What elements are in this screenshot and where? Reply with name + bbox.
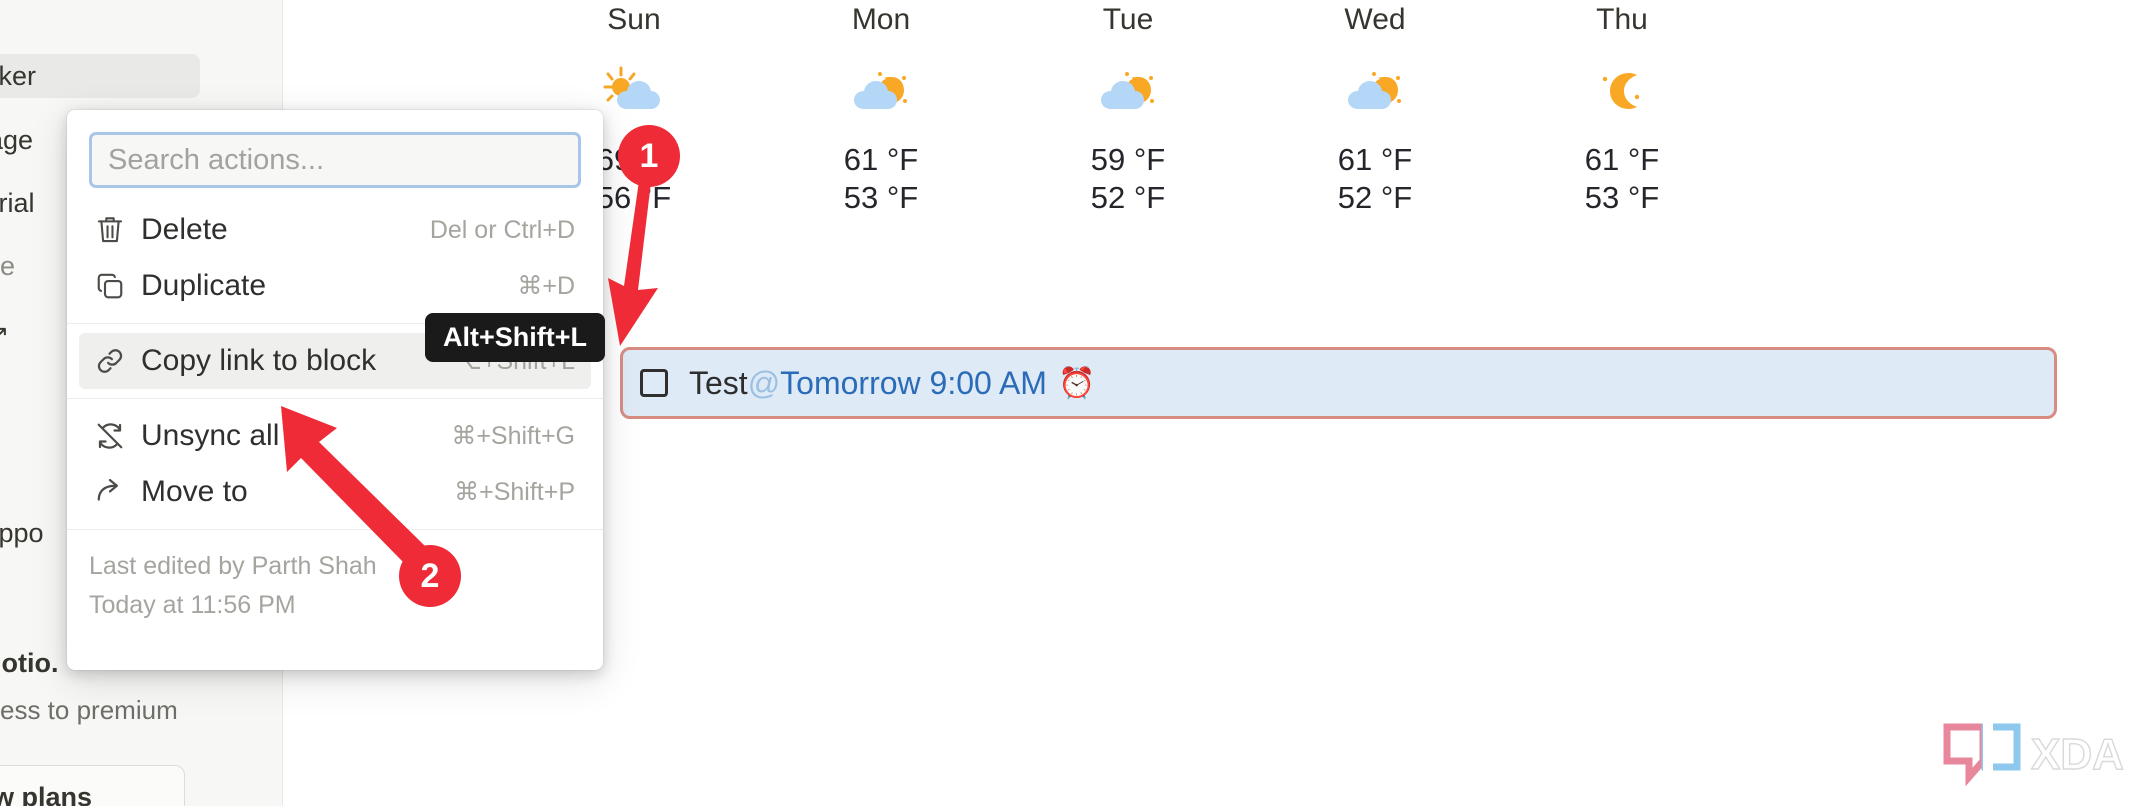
weather-high: 61 °F bbox=[1584, 142, 1660, 177]
todo-checkbox[interactable] bbox=[640, 369, 668, 397]
menu-item-label: Copy link to block bbox=[141, 344, 377, 377]
annotation-arrow-2-icon bbox=[281, 406, 425, 564]
annotation-arrow-1-icon bbox=[608, 174, 658, 346]
menu-divider bbox=[67, 398, 603, 399]
menu-item-label: Move to bbox=[141, 475, 248, 508]
todo-date-mention[interactable]: @Tomorrow 9:00 AM bbox=[748, 365, 1047, 402]
menu-item-label: Delete bbox=[141, 213, 228, 246]
app-window: s acker Page itorial age r ↗ es suppo No… bbox=[0, 0, 2156, 806]
annotation-badge-2: 2 bbox=[399, 545, 461, 607]
weather-day-tue[interactable]: Tue 59 °F 52 °F bbox=[1008, 0, 1248, 216]
weather-day-name: Tue bbox=[1102, 3, 1154, 36]
todo-block-wrapper: Test @Tomorrow 9:00 AM ⏰ bbox=[580, 347, 2057, 419]
todo-text: Test bbox=[689, 364, 748, 401]
weather-day-thu[interactable]: Thu 61 °F 53 °F bbox=[1502, 0, 1742, 216]
sidebar-item-1-active[interactable]: acker bbox=[0, 54, 200, 98]
todo-block-content: Test @Tomorrow 9:00 AM ⏰ bbox=[640, 347, 1095, 419]
upgrade-title: Notio. bbox=[0, 648, 59, 678]
xda-watermark-text: XDA bbox=[2031, 730, 2124, 779]
crescent-moon-icon bbox=[1502, 59, 1742, 121]
move-arrow-icon bbox=[95, 477, 141, 507]
sidebar-item-0[interactable]: s bbox=[0, 6, 230, 50]
weather-low: 53 °F bbox=[1584, 180, 1660, 215]
weather-day-name: Mon bbox=[851, 3, 911, 36]
cloud-with-sun-icon bbox=[1255, 59, 1495, 121]
weather-day-wed[interactable]: Wed 61 °F 52 °F bbox=[1255, 0, 1495, 216]
cloud-with-sun-icon bbox=[1008, 59, 1248, 121]
link-icon bbox=[95, 346, 141, 376]
search-actions-input[interactable] bbox=[89, 132, 581, 188]
cloud-with-sun-icon bbox=[761, 59, 1001, 121]
weather-low: 52 °F bbox=[1337, 180, 1413, 215]
annotation-badge-1: 1 bbox=[618, 125, 680, 187]
sidebar-item-label: suppo bbox=[0, 517, 44, 548]
weather-low: 52 °F bbox=[1090, 180, 1166, 215]
menu-item-shortcut: ⌘+Shift+G bbox=[451, 422, 575, 450]
menu-item-label: Unsync all bbox=[141, 419, 280, 452]
duplicate-icon bbox=[95, 271, 141, 301]
mention-label: Tomorrow 9:00 AM bbox=[780, 364, 1047, 401]
block-context-menu: Delete Del or Ctrl+D Duplicate ⌘+D Copy bbox=[67, 110, 603, 670]
sidebar-item-label: acker bbox=[0, 60, 37, 91]
sidebar-item-label: age bbox=[0, 250, 16, 281]
menu-item-duplicate[interactable]: Duplicate ⌘+D bbox=[79, 258, 591, 314]
weather-day-name: Sun bbox=[607, 3, 661, 36]
external-link-arrow-icon: ↗ bbox=[0, 320, 9, 349]
mention-at-symbol: @ bbox=[747, 364, 781, 401]
weather-high: 59 °F bbox=[1090, 142, 1166, 177]
trash-icon bbox=[95, 214, 141, 246]
weather-high: 61 °F bbox=[843, 142, 919, 177]
menu-item-delete[interactable]: Delete Del or Ctrl+D bbox=[79, 202, 591, 258]
alarm-clock-icon: ⏰ bbox=[1057, 366, 1096, 400]
xda-watermark: XDA bbox=[1939, 717, 2135, 794]
weather-day-name: Thu bbox=[1596, 3, 1648, 36]
weather-day-name: Wed bbox=[1344, 3, 1406, 36]
menu-item-shortcut: ⌘+Shift+P bbox=[454, 478, 575, 506]
weather-low: 53 °F bbox=[843, 180, 919, 215]
menu-search-wrapper bbox=[67, 110, 603, 202]
sidebar-item-label: itorial bbox=[0, 187, 35, 218]
menu-item-label: Duplicate bbox=[141, 269, 267, 302]
last-edited-at: Today at 11:56 PM bbox=[89, 590, 296, 619]
upgrade-subtitle: ccess to premium bbox=[0, 695, 178, 725]
weather-day-mon[interactable]: Mon 61 °F 53 °F bbox=[761, 0, 1001, 216]
shortcut-tooltip: Alt+Shift+L bbox=[425, 313, 606, 362]
menu-item-shortcut: ⌘+D bbox=[517, 272, 575, 300]
menu-item-shortcut: Del or Ctrl+D bbox=[429, 215, 575, 244]
sidebar-item-label: Page bbox=[0, 124, 34, 155]
weather-high: 61 °F bbox=[1337, 142, 1413, 177]
view-plans-label: ew plans bbox=[0, 782, 93, 806]
unsync-icon bbox=[95, 421, 141, 451]
